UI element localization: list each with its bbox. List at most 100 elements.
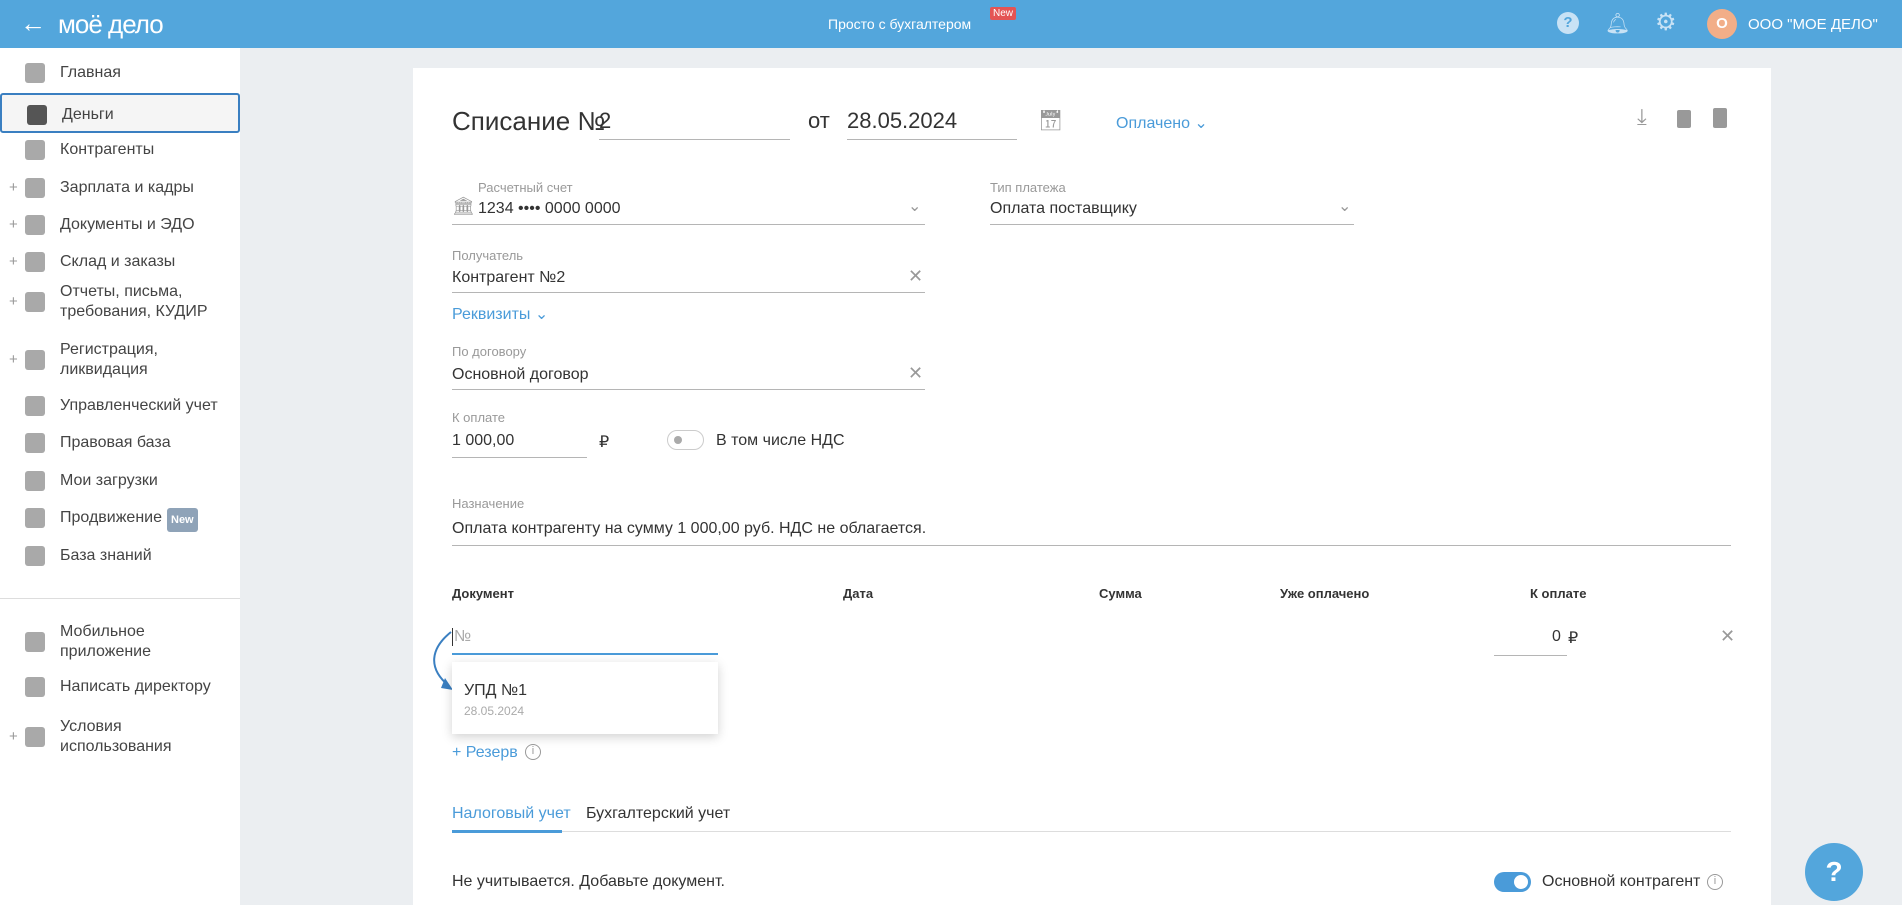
mobile-app-icon <box>25 632 45 652</box>
vat-toggle[interactable] <box>667 430 704 450</box>
sidebar-item-management[interactable]: Управленческий учет <box>0 386 240 426</box>
management-icon <box>25 396 45 416</box>
avatar[interactable]: О <box>1707 9 1737 39</box>
suggestion-date: 28.05.2024 <box>464 704 525 718</box>
gear-icon[interactable]: ⚙ <box>1655 8 1677 37</box>
logo[interactable]: моё дело <box>58 9 164 40</box>
help-icon[interactable]: ? <box>1557 12 1579 34</box>
purpose-input[interactable]: Оплата контрагенту на сумму 1 000,00 руб… <box>452 520 926 538</box>
payment-card: Списание № 2 от 28.05.2024 📅︎ Оплачено ⌄… <box>413 68 1771 905</box>
sidebar-item-legal[interactable]: Правовая база <box>0 423 240 463</box>
sidebar-divider <box>0 598 240 599</box>
reserve-link[interactable]: + Резерв <box>452 744 518 762</box>
new-badge: New <box>990 7 1017 20</box>
expand-icon[interactable]: + <box>9 350 18 370</box>
sidebar-item-documents[interactable]: + Документы и ЭДО <box>0 205 240 245</box>
remove-row-icon[interactable]: ✕ <box>1720 626 1735 647</box>
accountant-link[interactable]: Просто с бухгалтером <box>828 16 971 32</box>
company-name[interactable]: ООО "МОЕ ДЕЛО" <box>1748 16 1878 33</box>
salary-icon <box>25 178 45 198</box>
reports-icon <box>25 292 45 312</box>
amount-label: К оплате <box>452 410 506 425</box>
paytype-select[interactable]: Оплата поставщику <box>990 200 1137 218</box>
back-arrow-icon[interactable]: ← <box>20 8 46 39</box>
sidebar-item-home[interactable]: Главная <box>0 53 240 93</box>
contract-input[interactable]: Основной договор <box>452 366 589 384</box>
date-input[interactable]: 28.05.2024 <box>847 108 957 134</box>
copy-icon[interactable] <box>1677 110 1691 128</box>
col-document: Документ <box>452 586 514 601</box>
sidebar-item-warehouse[interactable]: + Склад и заказы <box>0 242 240 282</box>
sidebar-item-money[interactable]: Деньги <box>0 93 240 133</box>
legal-icon <box>25 433 45 453</box>
expand-icon[interactable]: + <box>9 292 18 312</box>
sidebar-item-label: Продвижение <box>60 509 162 526</box>
page-title: Списание № <box>452 106 606 136</box>
downloads-icon <box>25 471 45 491</box>
status-label: Оплачено <box>1116 115 1190 132</box>
sidebar-item-label: Управленческий учет <box>60 397 218 414</box>
purpose-label: Назначение <box>452 496 525 511</box>
sidebar-item-label: Регистрация, ликвидация <box>60 341 158 378</box>
calendar-icon[interactable]: 📅︎ <box>1038 108 1063 133</box>
main-counterparty-toggle[interactable] <box>1494 872 1531 892</box>
write-director-icon <box>25 677 45 697</box>
expand-icon[interactable]: + <box>9 178 18 198</box>
clear-icon[interactable]: ✕ <box>908 363 923 384</box>
sidebar-item-label: Склад и заказы <box>60 253 176 270</box>
to-pay-input[interactable]: 0 <box>1552 628 1561 646</box>
download-icon[interactable]: ⤓ <box>1637 104 1647 130</box>
recipient-label: Получатель <box>452 248 524 263</box>
suggestion-item[interactable]: УПД №1 28.05.2024 <box>452 662 718 738</box>
top-header: ← моё дело Просто с бухгалтером New ? 🔔︎… <box>0 0 1902 48</box>
counterparties-icon <box>25 140 45 160</box>
sidebar-item-salary[interactable]: + Зарплата и кадры <box>0 168 240 208</box>
chevron-down-icon[interactable]: ⌄ <box>908 196 921 216</box>
terms-icon <box>25 727 45 747</box>
recipient-input[interactable]: Контрагент №2 <box>452 269 565 287</box>
money-icon <box>27 105 47 125</box>
sidebar-item-reports[interactable]: + Отчеты, письма, требования, КУДИР <box>0 280 240 324</box>
tab-tax[interactable]: Налоговый учет <box>452 805 571 823</box>
promotion-icon <box>25 508 45 528</box>
vat-label: В том числе НДС <box>716 432 845 449</box>
sidebar-item-label: Деньги <box>62 106 114 123</box>
info-icon[interactable]: i <box>1707 874 1723 890</box>
sidebar-item-registration[interactable]: + Регистрация, ликвидация <box>0 338 240 382</box>
chevron-down-icon[interactable]: ⌄ <box>1338 196 1351 216</box>
main-counterparty-label: Основной контрагент <box>1542 873 1701 890</box>
contract-label: По договору <box>452 344 527 359</box>
sidebar-item-downloads[interactable]: Мои загрузки <box>0 461 240 501</box>
info-icon[interactable]: i <box>525 744 541 760</box>
sidebar-item-label: Условия использования <box>60 718 172 755</box>
suggestion-dropdown: УПД №1 28.05.2024 <box>452 662 718 734</box>
help-fab[interactable]: ? <box>1805 843 1863 901</box>
documents-icon <box>25 215 45 235</box>
sidebar-item-label: Мобильное приложение <box>60 623 152 660</box>
amount-input[interactable]: 1 000,00 <box>452 432 514 450</box>
expand-icon[interactable]: + <box>9 727 18 747</box>
sidebar-item-promotion[interactable]: Продвижение New <box>0 498 240 538</box>
trash-icon[interactable] <box>1713 108 1727 128</box>
details-link[interactable]: Реквизиты ⌄ <box>452 304 548 324</box>
number-input[interactable]: 2 <box>599 108 611 134</box>
expand-icon[interactable]: + <box>9 215 18 235</box>
bell-icon[interactable]: 🔔︎ <box>1605 11 1630 36</box>
currency-label: ₽ <box>599 434 610 451</box>
sidebar-item-label: Главная <box>60 64 121 81</box>
bank-icon: 🏛︎ <box>452 196 475 216</box>
col-to-pay: К оплате <box>1530 586 1587 601</box>
clear-icon[interactable]: ✕ <box>908 266 923 287</box>
tab-accounting[interactable]: Бухгалтерский учет <box>586 805 730 823</box>
account-select[interactable]: 1234 •••• 0000 0000 <box>478 200 621 218</box>
status-dropdown[interactable]: Оплачено ⌄ <box>1116 113 1208 133</box>
sidebar-item-label: Правовая база <box>60 434 171 451</box>
sidebar-item-counterparties[interactable]: Контрагенты <box>0 130 240 170</box>
sidebar-item-label: База знаний <box>60 547 152 564</box>
sidebar-item-knowledge[interactable]: База знаний <box>0 536 240 576</box>
new-badge: New <box>167 508 198 532</box>
registration-icon <box>25 350 45 370</box>
expand-icon[interactable]: + <box>9 252 18 272</box>
tax-note: Не учитывается. Добавьте документ. <box>452 873 725 890</box>
account-label: Расчетный счет <box>478 180 573 195</box>
